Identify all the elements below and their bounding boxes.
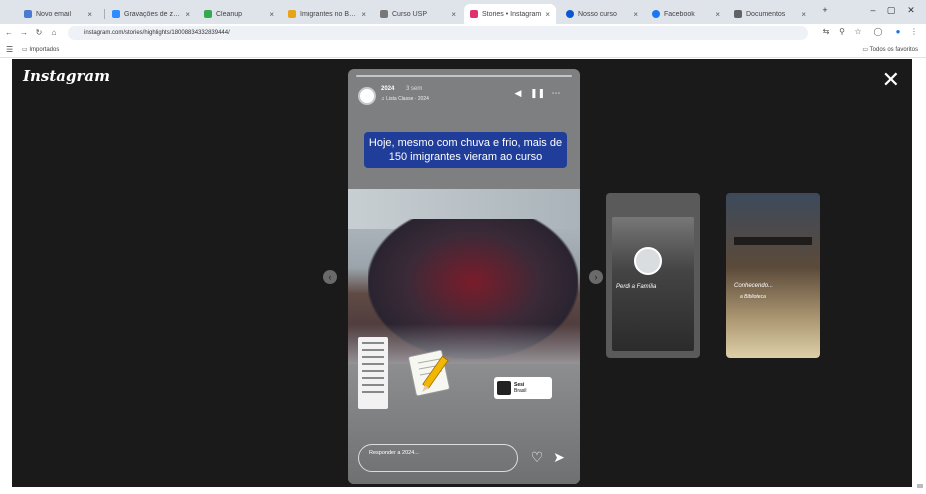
reply-input[interactable]: Responder a 2024... — [358, 444, 518, 472]
bookmark-star-icon[interactable]: ☆ — [852, 27, 864, 36]
story-timestamp: 3 sem — [406, 86, 423, 92]
preview-subtitle: a Biblioteca — [740, 294, 766, 300]
tab-close-icon[interactable]: × — [801, 10, 806, 19]
tab-title: Nosso curso — [578, 10, 617, 18]
avatar[interactable] — [358, 87, 376, 105]
home-icon[interactable]: ⌂ — [48, 27, 60, 39]
tab-favicon-icon — [470, 10, 478, 18]
mention-sticker[interactable]: Sesi Brasil — [494, 377, 552, 399]
story-caption: Hoje, mesmo com chuva e frio, mais de 15… — [364, 132, 567, 168]
apps-grid-icon[interactable]: ☰ — [6, 45, 13, 54]
story-progress-bar — [356, 75, 572, 77]
tab-title: Stories • Instagram — [482, 10, 542, 18]
story-preview[interactable]: Conhecendo... a Biblioteca — [726, 193, 820, 358]
preview-title: Conhecendo... — [734, 283, 774, 289]
tab-favicon-icon — [24, 10, 32, 18]
browser-tab[interactable]: Nosso curso × — [560, 4, 644, 24]
all-bookmarks-label: Todos os favoritos — [869, 47, 918, 53]
tab-close-icon[interactable]: × — [185, 10, 190, 19]
tab-close-icon[interactable]: × — [545, 10, 550, 19]
tab-close-icon[interactable]: × — [361, 10, 366, 19]
browser-tab-strip: Novo email × Gravações de zoom × Cleanup… — [0, 0, 926, 24]
preview-banner — [734, 237, 812, 245]
minimize-button[interactable]: – — [866, 5, 880, 15]
tab-favicon-icon — [204, 10, 212, 18]
notes-sticker — [358, 337, 388, 409]
bookmarks-bar: ☰ ▭ Importados ▭ Todos os favoritos — [0, 42, 926, 58]
tab-divider — [104, 9, 105, 19]
back-arrow-icon[interactable]: ← — [3, 27, 15, 39]
tab-favicon-icon — [566, 10, 574, 18]
mute-icon[interactable]: ◀ — [512, 88, 524, 99]
tab-close-icon[interactable]: × — [633, 10, 638, 19]
more-icon[interactable]: ⋯ — [550, 88, 562, 99]
story-card[interactable]: 2024 3 sem ♫ Lista Classe · 2024 ◀ ❚❚ ⋯ … — [348, 69, 580, 484]
pencil-paper-icon — [408, 349, 450, 397]
tab-favicon-icon — [734, 10, 742, 18]
forward-arrow-icon[interactable]: → — [18, 27, 30, 39]
browser-tab[interactable]: Imigrantes no Brasil × — [282, 4, 372, 24]
tab-title: Novo email — [36, 10, 72, 18]
tab-favicon-icon — [652, 10, 660, 18]
new-tab-button[interactable]: + — [818, 5, 832, 15]
all-bookmarks[interactable]: ▭ Todos os favoritos — [862, 46, 918, 53]
browser-tab[interactable]: Documentos × — [728, 4, 812, 24]
tab-title: Facebook — [664, 10, 695, 18]
window-close-button[interactable]: ✕ — [904, 5, 918, 16]
tab-title: Cleanup — [216, 10, 243, 18]
page-scrollbar[interactable] — [912, 59, 926, 494]
story-music-label[interactable]: ♫ Lista Classe · 2024 — [381, 96, 429, 102]
translate-icon[interactable]: ⇆ — [820, 27, 832, 36]
heart-icon[interactable]: ♡ — [528, 449, 546, 466]
address-bar[interactable]: instagram.com/stories/highlights/1800883… — [68, 26, 808, 40]
chevron-left-icon[interactable]: ‹ — [323, 270, 337, 284]
close-story-button[interactable]: ✕ — [882, 69, 900, 91]
tab-title: Gravações de zoom — [124, 10, 182, 18]
folder-icon: ▭ — [862, 47, 870, 53]
send-icon[interactable]: ➤ — [550, 449, 568, 466]
tab-close-icon[interactable]: × — [269, 10, 274, 19]
maximize-button[interactable]: ▢ — [884, 5, 898, 16]
reload-icon[interactable]: ↻ — [33, 27, 45, 39]
browser-tab[interactable]: Gravações de zoom × — [106, 4, 196, 24]
tab-favicon-icon — [380, 10, 388, 18]
mention-avatar — [497, 381, 511, 395]
browser-tab[interactable]: Curso USP × — [374, 4, 462, 24]
tab-title: Curso USP — [392, 10, 428, 18]
url-text: instagram.com/stories/highlights/1800883… — [84, 30, 230, 36]
preview-circle — [634, 247, 662, 275]
profile-avatar-icon[interactable]: ● — [892, 27, 904, 36]
story-preview[interactable]: Perdi a Família — [606, 193, 700, 358]
tab-favicon-icon — [288, 10, 296, 18]
story-viewer: Instagram ✕ ‹ 2024 3 sem ♫ Lista Classe … — [12, 59, 912, 487]
browser-tab[interactable]: Novo email × — [18, 4, 98, 24]
tab-close-icon[interactable]: × — [715, 10, 720, 19]
tab-favicon-icon — [112, 10, 120, 18]
scrollbar-thumb[interactable] — [917, 484, 923, 488]
browser-tab[interactable]: Cleanup × — [198, 4, 280, 24]
browser-menu-icon[interactable]: ⋮ — [908, 27, 920, 36]
tab-title: Documentos — [746, 10, 786, 18]
chevron-right-icon[interactable]: › — [589, 270, 603, 284]
preview-title: Perdi a Família — [616, 284, 657, 290]
bookmark-folder[interactable]: ▭ Importados — [22, 46, 59, 53]
browser-tab-active[interactable]: Stories • Instagram × — [464, 4, 556, 24]
instagram-logo[interactable]: Instagram — [23, 67, 110, 85]
tab-close-icon[interactable]: × — [87, 10, 92, 19]
story-username[interactable]: 2024 — [381, 86, 394, 92]
browser-tab[interactable]: Facebook × — [646, 4, 726, 24]
mention-sub: Brasil — [514, 388, 527, 394]
zoom-icon[interactable]: ⚲ — [836, 27, 848, 36]
tab-title: Imigrantes no Brasil — [300, 10, 358, 18]
bookmark-folder-label: Importados — [29, 47, 60, 53]
tab-close-icon[interactable]: × — [451, 10, 456, 19]
extensions-icon[interactable]: ◯ — [872, 27, 884, 36]
pause-icon[interactable]: ❚❚ — [530, 88, 545, 99]
